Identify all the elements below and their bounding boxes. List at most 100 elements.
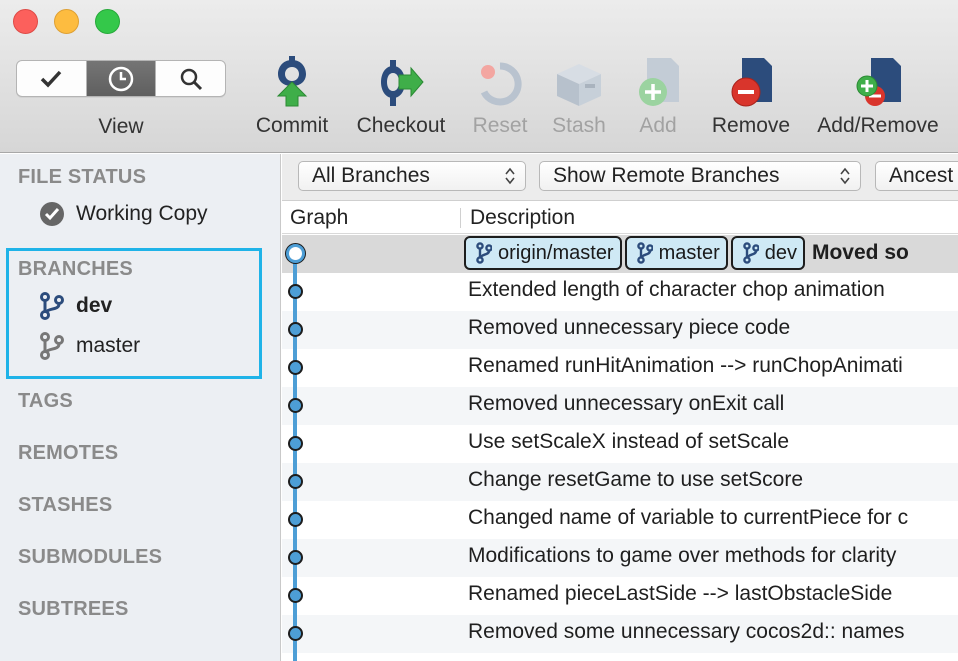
filter-bar: All Branches Show Remote Branches Ancest [282,154,958,201]
section-submodules[interactable]: SUBMODULES [18,546,162,569]
graph-node [288,284,303,299]
view-segmented-control [16,60,226,97]
graph-node [288,322,303,337]
branches-filter-value: All Branches [312,164,430,187]
history-view-button[interactable] [85,61,156,96]
history-panel: All Branches Show Remote Branches Ancest… [282,154,958,661]
commit-row[interactable]: Renamed runHitAnimation --> runChopAnima… [282,349,958,387]
commit-message: Modifications to game over methods for c… [468,544,897,567]
commit-row[interactable]: Renamed pieceLastSide --> lastObstacleSi… [282,577,958,615]
sidebar-item-branch-dev[interactable]: dev [38,292,112,320]
remote-branches-dropdown[interactable]: Show Remote Branches [539,161,861,191]
column-header: Graph Description [282,202,958,234]
toolbar: View Commit Checkout Reset Stash Add Rem… [0,0,958,153]
add-remove-button[interactable]: Add/Remove [810,52,946,138]
add-remove-label: Add/Remove [817,114,939,137]
commit-row[interactable]: Use setScaleX instead of setScale [282,425,958,463]
remote-branches-value: Show Remote Branches [553,164,780,187]
graph-node-head [286,244,305,263]
stash-label: Stash [552,114,606,137]
commit-row[interactable]: Change resetGame to use setScore [282,463,958,501]
commit-row[interactable]: Removed unnecessary piece code [282,311,958,349]
graph-node [288,436,303,451]
branch-icon [476,242,492,264]
branch-icon [742,242,759,264]
column-divider[interactable] [460,208,461,228]
branch-tag-label: origin/master [498,241,614,264]
commit-message: Renamed runHitAnimation --> runChopAnima… [468,354,903,377]
file-status-view-button[interactable] [17,61,86,96]
checkmark-icon [41,70,62,88]
graph-node [288,360,303,375]
sidebar-item-label: Working Copy [76,202,208,225]
section-branches[interactable]: BRANCHES [18,258,133,281]
minimize-window-button[interactable] [54,9,79,34]
commit-button[interactable]: Commit [250,52,334,138]
commit-row[interactable] [282,653,958,661]
updown-chevron-icon [505,167,515,185]
checkout-icon [381,60,424,106]
sidebar-item-label: dev [76,294,113,317]
remove-button[interactable]: Remove [708,52,794,138]
description-column-header[interactable]: Description [470,206,575,230]
commit-message: Extended length of character chop animat… [468,278,885,301]
sidebar-item-branch-master[interactable]: master [38,332,140,360]
commit-row-head[interactable]: origin/master master dev Moved so [282,235,958,273]
branch-icon [38,292,66,320]
graph-node [288,588,303,603]
commit-row[interactable]: Removed some unnecessary cocos2d:: names [282,615,958,653]
commit-description: origin/master master dev Moved so [464,236,909,270]
add-label: Add [639,114,677,137]
commit-label: Commit [255,114,329,137]
reset-button[interactable]: Reset [468,52,532,138]
stash-button[interactable]: Stash [546,52,612,138]
reset-label: Reset [472,114,528,137]
remove-label: Remove [711,114,791,137]
sidebar-item-working-copy[interactable]: Working Copy [38,200,208,228]
checkout-label: Checkout [356,114,446,137]
graph-column-header[interactable]: Graph [290,206,348,230]
search-icon [180,68,202,90]
zoom-window-button[interactable] [95,9,120,34]
commit-list: origin/master master dev Moved so Extend… [282,235,958,661]
section-remotes[interactable]: REMOTES [18,442,118,465]
add-file-icon [639,58,679,106]
branch-tag: master [624,236,728,270]
branches-filter-dropdown[interactable]: All Branches [298,161,526,191]
graph-node [288,398,303,413]
sidebar: FILE STATUS Working Copy BRANCHES dev ma… [0,154,281,661]
section-stashes[interactable]: STASHES [18,494,112,517]
remove-file-icon [731,58,772,107]
commit-message: Change resetGame to use setScore [468,468,804,491]
commit-message: Use setScaleX instead of setScale [468,430,790,453]
close-window-button[interactable] [13,9,38,34]
add-remove-icon [856,58,901,106]
section-subtrees[interactable]: SUBTREES [18,598,129,621]
commit-message: Removed unnecessary onExit call [468,392,785,415]
commit-row[interactable]: Changed name of variable to currentPiece… [282,501,958,539]
commit-row[interactable]: Extended length of character chop animat… [282,273,958,311]
checkmark-circle-icon [38,200,66,228]
order-dropdown[interactable]: Ancest [875,161,958,191]
search-view-button[interactable] [155,61,225,96]
reset-icon [480,62,522,106]
section-file-status[interactable]: FILE STATUS [18,166,146,189]
graph-node [288,474,303,489]
commit-message: Changed name of variable to currentPiece… [468,506,909,529]
commit-row[interactable]: Modifications to game over methods for c… [282,539,958,577]
commit-message: Renamed pieceLastSide --> lastObstacleSi… [468,582,893,605]
section-tags[interactable]: TAGS [18,390,73,413]
order-value: Ancest [889,164,954,187]
branch-icon [38,332,66,360]
graph-node [288,512,303,527]
checkout-button[interactable]: Checkout [350,52,452,138]
stash-icon [557,64,601,106]
add-button[interactable]: Add [630,52,686,138]
commit-message: Moved so [811,241,909,264]
view-label: View [98,115,144,138]
sidebar-item-label: master [76,334,141,357]
branch-icon [636,242,653,264]
graph-node [288,626,303,641]
graph-node [288,550,303,565]
commit-row[interactable]: Removed unnecessary onExit call [282,387,958,425]
